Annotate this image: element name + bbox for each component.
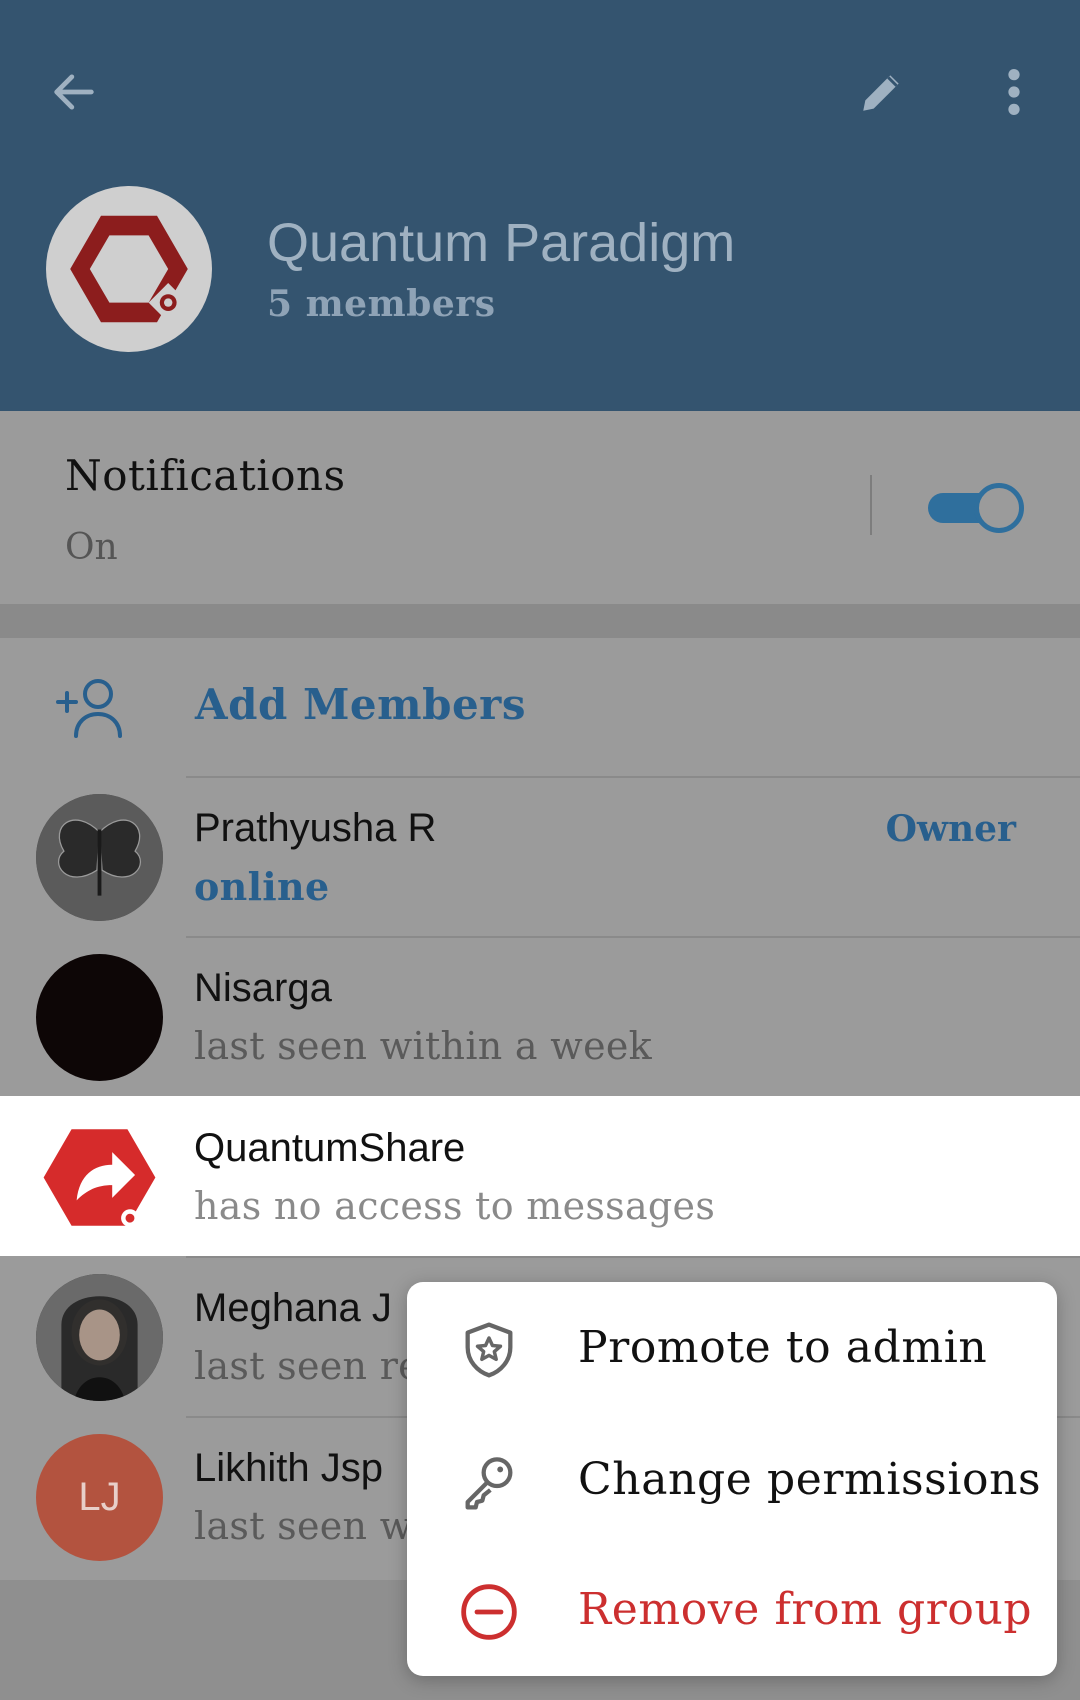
member-name: Meghana J bbox=[194, 1286, 392, 1330]
more-options-button[interactable] bbox=[978, 56, 1050, 128]
avatar bbox=[36, 1114, 163, 1241]
shield-star-icon bbox=[465, 1322, 513, 1378]
member-row-selected[interactable]: QuantumShare has no access to messages bbox=[0, 1096, 1080, 1256]
pencil-icon bbox=[863, 75, 899, 111]
toggle-knob bbox=[974, 483, 1024, 533]
edit-button[interactable] bbox=[846, 56, 918, 128]
add-user-icon bbox=[56, 679, 122, 738]
add-members-button[interactable]: Add Members bbox=[0, 638, 1080, 776]
member-row[interactable]: Nisarga last seen within a week bbox=[0, 936, 1080, 1096]
avatar bbox=[36, 954, 163, 1081]
arrow-left-icon bbox=[54, 74, 94, 110]
butterfly-avatar bbox=[36, 794, 163, 921]
group-header: Quantum Paradigm 5 members bbox=[0, 0, 1080, 411]
group-avatar[interactable] bbox=[46, 186, 212, 352]
notifications-row[interactable]: Notifications On bbox=[0, 411, 1080, 604]
member-name: Nisarga bbox=[194, 966, 332, 1010]
member-status: online bbox=[194, 864, 330, 909]
avatar-initials: LJ bbox=[78, 1475, 121, 1519]
change-permissions-item[interactable]: Change permissions bbox=[407, 1416, 1057, 1546]
notifications-status: On bbox=[65, 527, 118, 568]
key-icon bbox=[465, 1457, 513, 1510]
member-status: last seen w bbox=[194, 1504, 413, 1548]
back-button[interactable] bbox=[38, 56, 110, 128]
row-separator bbox=[186, 936, 1080, 938]
more-vertical-icon bbox=[1008, 69, 1020, 115]
member-status: last seen re bbox=[194, 1344, 421, 1388]
group-title: Quantum Paradigm bbox=[267, 213, 736, 273]
avatar bbox=[36, 1274, 163, 1401]
member-status: last seen within a week bbox=[194, 1024, 652, 1068]
add-members-label: Add Members bbox=[195, 680, 526, 729]
member-context-menu: Promote to admin Change permissions Remo… bbox=[407, 1282, 1057, 1676]
notifications-toggle[interactable] bbox=[928, 483, 1024, 533]
row-separator bbox=[186, 776, 1080, 778]
member-count: 5 members bbox=[267, 283, 496, 325]
member-name: Likhith Jsp bbox=[194, 1446, 383, 1490]
minus-circle-icon bbox=[461, 1584, 517, 1640]
promote-to-admin-item[interactable]: Promote to admin bbox=[407, 1284, 1057, 1414]
row-separator bbox=[186, 1256, 1080, 1258]
menu-item-label: Promote to admin bbox=[578, 1322, 988, 1373]
share-hexagon-icon bbox=[43, 1129, 156, 1228]
avatar bbox=[36, 794, 163, 921]
member-row[interactable]: Prathyusha R online Owner bbox=[0, 776, 1080, 936]
hexagon-logo-icon bbox=[70, 215, 188, 323]
photo-avatar bbox=[36, 1274, 163, 1401]
menu-item-label: Remove from group bbox=[578, 1584, 1033, 1635]
owner-badge: Owner bbox=[885, 808, 1016, 850]
section-gap bbox=[0, 604, 1080, 638]
notifications-title: Notifications bbox=[65, 451, 346, 500]
avatar: LJ bbox=[36, 1434, 163, 1561]
member-status: has no access to messages bbox=[194, 1184, 716, 1228]
member-name: Prathyusha R bbox=[194, 806, 437, 850]
remove-from-group-item[interactable]: Remove from group bbox=[407, 1546, 1057, 1676]
menu-item-label: Change permissions bbox=[578, 1454, 1042, 1505]
member-name: QuantumShare bbox=[194, 1126, 466, 1170]
divider bbox=[870, 475, 872, 535]
